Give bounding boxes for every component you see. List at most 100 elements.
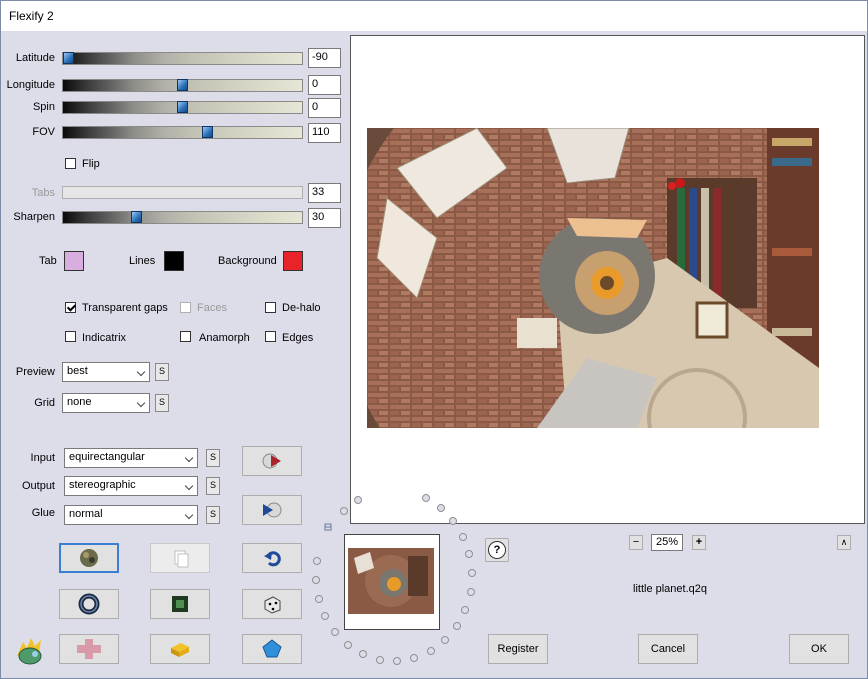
lines-color-swatch[interactable] [164, 251, 184, 271]
output-select-value: stereographic [69, 479, 136, 491]
flip-checkbox[interactable] [65, 158, 76, 169]
output-select[interactable]: stereographic [64, 476, 198, 496]
anamorph-label: Anamorph [199, 332, 250, 344]
sharpen-field[interactable]: 30 [308, 208, 341, 228]
preset-dot[interactable] [441, 636, 449, 644]
frame-button[interactable] [150, 589, 210, 619]
preset-dot[interactable] [449, 517, 457, 525]
preview-s-button[interactable]: S [155, 363, 169, 381]
preset-dot[interactable] [422, 494, 430, 502]
zoom-in-button[interactable]: + [692, 535, 706, 550]
fov-slider-thumb[interactable] [202, 126, 213, 138]
grid-select[interactable]: none [62, 393, 150, 413]
anamorph-checkbox[interactable] [180, 331, 191, 342]
grid-s-button[interactable]: S [155, 394, 169, 412]
preset-dot[interactable] [315, 595, 323, 603]
output-label: Output [21, 480, 55, 492]
chevron-down-icon [184, 453, 194, 463]
indicatrix-checkbox[interactable] [65, 331, 76, 342]
output-s-button[interactable]: S [206, 477, 220, 495]
preset-dot[interactable] [427, 647, 435, 655]
transparent-gaps-checkbox[interactable] [65, 302, 76, 313]
fov-field[interactable]: 110 [308, 123, 341, 143]
latitude-field[interactable]: -90 [308, 48, 341, 68]
latitude-slider[interactable] [62, 52, 303, 65]
flexify-logo-button[interactable] [59, 543, 119, 573]
ring-button[interactable] [59, 589, 119, 619]
glue-s-button[interactable]: S [206, 506, 220, 524]
help-icon: ? [488, 541, 506, 559]
grid-mini-icon [324, 523, 332, 531]
preset-dot[interactable] [354, 496, 362, 504]
preset-dot[interactable] [376, 656, 384, 664]
preset-dot[interactable] [465, 550, 473, 558]
preset-dot[interactable] [437, 504, 445, 512]
longitude-slider[interactable] [62, 79, 303, 92]
preview-canvas[interactable] [350, 35, 865, 524]
preset-dot[interactable] [340, 507, 348, 515]
preset-thumbnail[interactable] [344, 534, 440, 630]
fov-slider[interactable] [62, 126, 303, 139]
preset-dot[interactable] [461, 606, 469, 614]
latitude-slider-thumb[interactable] [63, 52, 74, 64]
longitude-slider-thumb[interactable] [177, 79, 188, 91]
zoom-out-button[interactable]: − [629, 535, 643, 550]
background-color-swatch[interactable] [283, 251, 303, 271]
preset-dot[interactable] [313, 557, 321, 565]
faces-label: Faces [197, 302, 227, 314]
preset-dot[interactable] [453, 622, 461, 630]
help-button[interactable]: ? [485, 538, 509, 562]
window-title: Flexify 2 [9, 9, 54, 23]
glue-select[interactable]: normal [64, 505, 198, 525]
preset-dot[interactable] [410, 654, 418, 662]
spin-slider[interactable] [62, 101, 303, 114]
ok-button[interactable]: OK [789, 634, 849, 664]
preset-dot[interactable] [459, 533, 467, 541]
tabs-field[interactable]: 33 [308, 183, 341, 203]
play-reverse-button[interactable] [242, 446, 302, 476]
longitude-label: Longitude [6, 79, 55, 91]
de-halo-label: De-halo [282, 302, 321, 314]
preview-select[interactable]: best [62, 362, 150, 382]
gem-button[interactable] [242, 634, 302, 664]
input-select[interactable]: equirectangular [64, 448, 198, 468]
tab-color-swatch[interactable] [64, 251, 84, 271]
preset-dot[interactable] [331, 628, 339, 636]
lines-color-label: Lines [129, 255, 156, 267]
spin-slider-thumb[interactable] [177, 101, 188, 113]
brick-icon [171, 643, 189, 657]
random-button[interactable] [242, 589, 302, 619]
chevron-down-icon [136, 367, 146, 377]
input-select-value: equirectangular [69, 451, 145, 463]
input-s-button[interactable]: S [206, 449, 220, 467]
glue-label: Glue [31, 507, 55, 519]
preview-label: Preview [15, 366, 55, 378]
preset-dot[interactable] [467, 588, 475, 596]
cancel-button[interactable]: Cancel [638, 634, 698, 664]
spin-field[interactable]: 0 [308, 98, 341, 118]
sharpen-slider[interactable] [62, 211, 303, 224]
de-halo-checkbox[interactable] [265, 302, 276, 313]
preset-dot[interactable] [321, 612, 329, 620]
tabs-label: Tabs [31, 187, 55, 199]
longitude-field[interactable]: 0 [308, 75, 341, 95]
play-forward-button[interactable] [242, 495, 302, 525]
chevron-down-icon [184, 510, 194, 520]
play-red-icon [262, 453, 281, 469]
collapse-button[interactable]: ∧ [837, 535, 851, 550]
preset-dot[interactable] [312, 576, 320, 584]
dice-icon [264, 596, 281, 614]
preset-dot[interactable] [393, 657, 401, 665]
preset-dot[interactable] [468, 569, 476, 577]
tab-color-label: Tab [39, 255, 57, 267]
edges-checkbox[interactable] [265, 331, 276, 342]
register-button[interactable]: Register [488, 634, 548, 664]
ring-icon [78, 593, 100, 615]
undo-button[interactable] [242, 543, 302, 573]
preset-dot[interactable] [359, 650, 367, 658]
play-blue-icon [263, 502, 282, 518]
preset-dot[interactable] [344, 641, 352, 649]
sharpen-slider-thumb[interactable] [131, 211, 142, 223]
brick-button[interactable] [150, 634, 210, 664]
cross-button[interactable] [59, 634, 119, 664]
